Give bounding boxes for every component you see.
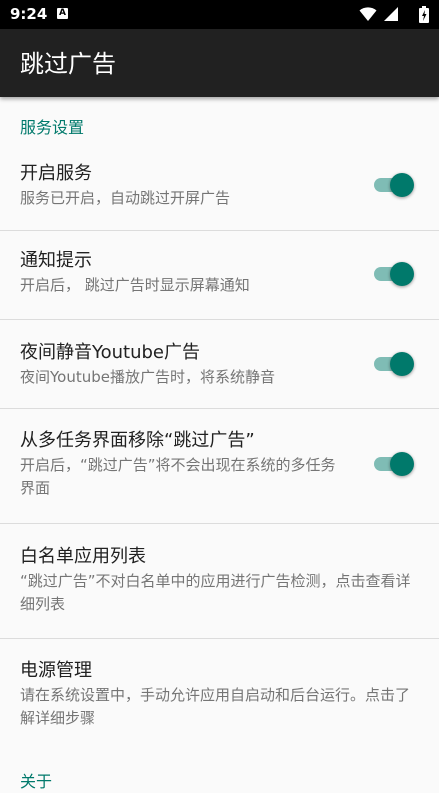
category-service-settings: 服务设置 [20,118,85,137]
mute-youtube-switch[interactable] [372,350,416,378]
pref-title: 电源管理 [20,660,92,681]
pref-notification[interactable]: 通知提示 开启后， 跳过广告时显示屏幕通知 [0,231,439,319]
pref-summary: 开启后， 跳过广告时显示屏幕通知 [20,276,250,294]
pref-power-management[interactable]: 电源管理 请在系统设置中，手动允许应用自启动和后台运行。点击了解详细步骤 [0,639,439,753]
switch-thumb [390,452,414,476]
pref-whitelist[interactable]: 白名单应用列表 “跳过广告”不对白名单中的应用进行广告检测，点击查看详细列表 [0,524,439,638]
pref-enable-service[interactable]: 开启服务 服务已开启，自动跳过开屏广告 [0,153,439,230]
notification-a-icon: A [57,8,68,19]
status-time: 9:24 [10,5,48,23]
switch-thumb [390,262,414,286]
status-bar: 9:24 A [0,0,439,29]
category-about: 关于 [20,772,53,791]
pref-hide-from-recents[interactable]: 从多任务界面移除“跳过广告” 开启后，“跳过广告”将不会出现在系统的多任务界面 [0,409,439,523]
signal-icon [384,7,398,21]
pref-summary: 服务已开启，自动跳过开屏广告 [20,189,231,207]
pref-title: 开启服务 [20,163,92,184]
pref-title: 白名单应用列表 [20,546,146,567]
pref-title: 从多任务界面移除“跳过广告” [20,430,255,451]
pref-summary: 开启后，“跳过广告”将不会出现在系统的多任务界面 [20,456,336,497]
battery-icon [419,6,429,23]
pref-title: 通知提示 [20,250,92,271]
pref-mute-youtube-ads[interactable]: 夜间静音Youtube广告 夜间Youtube播放广告时，将系统静音 [0,320,439,408]
wifi-icon [359,7,377,21]
switch-thumb [390,352,414,376]
app-bar: 跳过广告 [0,29,439,97]
hide-from-recents-switch[interactable] [372,450,416,478]
pref-title: 夜间静音Youtube广告 [20,342,200,363]
pref-summary: 夜间Youtube播放广告时，将系统静音 [20,368,275,386]
pref-summary: “跳过广告”不对白名单中的应用进行广告检测，点击查看详细列表 [20,572,411,613]
app-title: 跳过广告 [20,50,116,78]
switch-thumb [390,173,414,197]
pref-summary: 请在系统设置中，手动允许应用自启动和后台运行。点击了解详细步骤 [20,686,411,727]
notification-switch[interactable] [372,260,416,288]
enable-service-switch[interactable] [372,171,416,199]
settings-list[interactable]: 服务设置 开启服务 服务已开启，自动跳过开屏广告 通知提示 开启后， 跳过广告时… [0,97,439,791]
